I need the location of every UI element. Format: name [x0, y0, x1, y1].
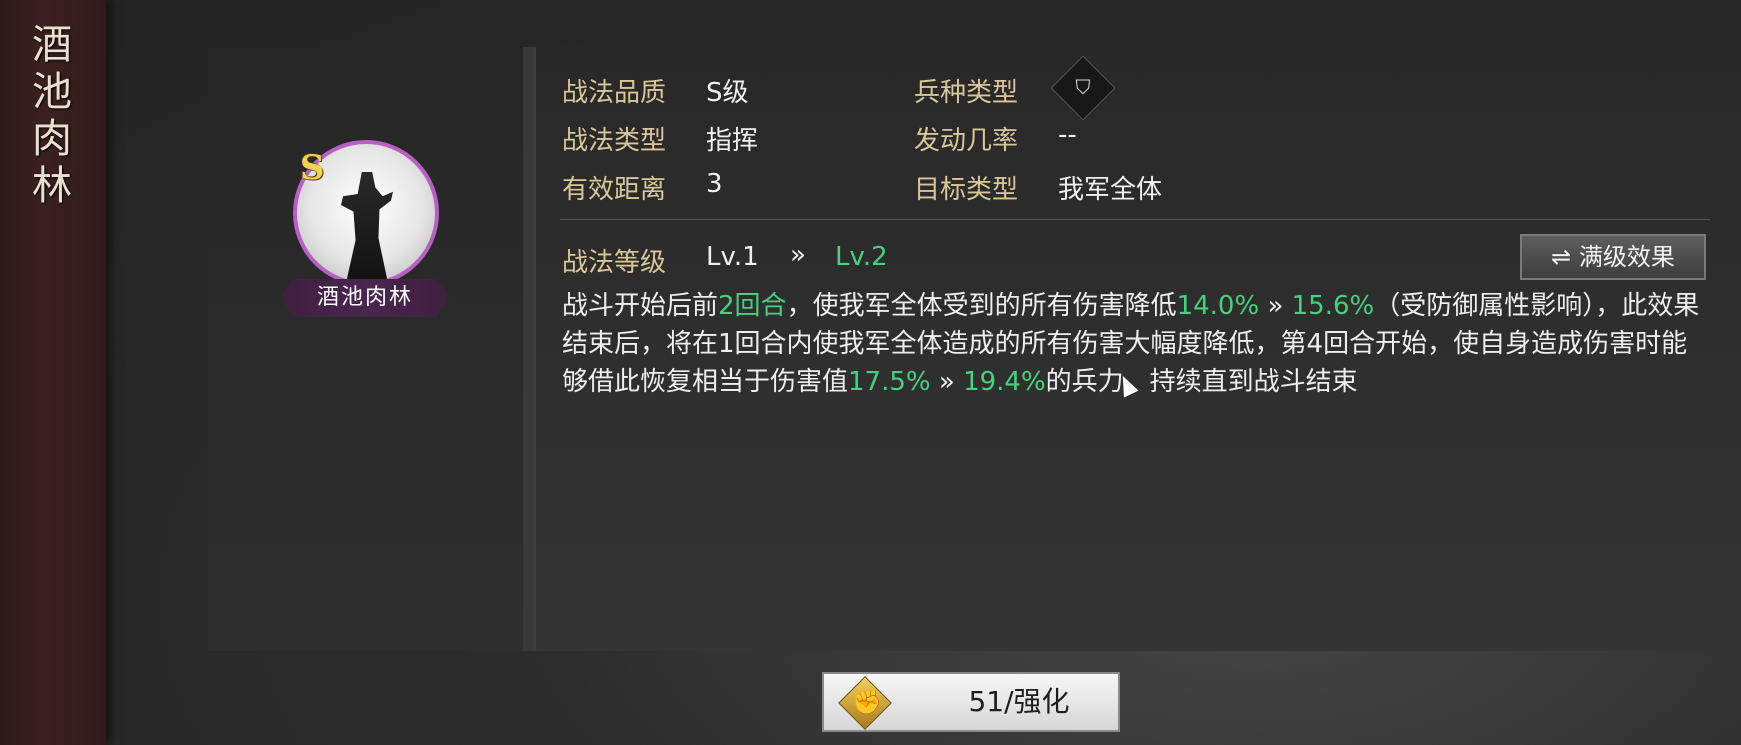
- desc-arrow-icon: »: [1259, 291, 1292, 321]
- skill-type-label: 战法类型: [562, 126, 667, 156]
- skill-portrait-panel: [208, 47, 523, 651]
- skill-level-label: 战法等级: [562, 248, 667, 278]
- target-type-label: 目标类型: [914, 175, 1019, 205]
- desc-value: 2回合: [718, 291, 787, 321]
- banner-char: 酒: [32, 22, 74, 68]
- side-banner: 酒 池 肉 林: [0, 0, 106, 745]
- swap-icon: ⇌: [1551, 243, 1572, 271]
- panel-divider: [523, 47, 533, 651]
- banner-char: 肉: [32, 116, 74, 162]
- section-divider: [560, 219, 1710, 220]
- desc-value: 15.6%: [1291, 291, 1375, 321]
- warrior-silhouette-icon: [341, 172, 393, 282]
- troop-type-label: 兵种类型: [914, 78, 1019, 108]
- desc-text: 的兵力，持续直到战斗结束: [1045, 367, 1358, 397]
- banner-char: 林: [32, 163, 74, 209]
- desc-value: 19.4%: [963, 367, 1046, 397]
- skill-description: 战斗开始后前2回合，使我军全体受到的所有伤害降低14.0% » 15.6%（受防…: [562, 287, 1712, 401]
- desc-value: 17.5%: [848, 367, 931, 397]
- range-value: 3: [706, 169, 723, 199]
- desc-text: 战斗开始后前: [562, 291, 719, 321]
- quality-value: S级: [706, 78, 749, 108]
- desc-value: 14.0%: [1176, 291, 1260, 321]
- banner-char: 池: [32, 69, 74, 115]
- quality-label: 战法品质: [562, 78, 667, 108]
- next-level: Lv.2: [835, 242, 888, 272]
- skill-grade-badge: S: [300, 148, 325, 188]
- trigger-rate-value: --: [1058, 120, 1077, 150]
- skill-name-plate: 酒池肉林: [280, 279, 450, 317]
- desc-text: ，使我军全体受到的所有伤害降低: [786, 291, 1177, 321]
- skill-type-value: 指挥: [706, 126, 759, 156]
- current-level: Lv.1: [706, 242, 759, 272]
- banner-title: 酒 池 肉 林: [28, 22, 78, 210]
- target-type-value: 我军全体: [1058, 175, 1163, 205]
- fist-glyph-icon: ✊: [852, 688, 882, 716]
- max-level-effect-button[interactable]: ⇌ 满级效果: [1520, 234, 1706, 280]
- enhance-button[interactable]: ✊ 51/强化: [822, 672, 1120, 732]
- level-arrow-icon: »: [790, 240, 806, 270]
- desc-arrow-icon: »: [930, 367, 964, 397]
- enhance-label: 51/强化: [968, 685, 1070, 718]
- max-level-effect-label: 满级效果: [1578, 243, 1675, 271]
- range-label: 有效距离: [562, 175, 667, 205]
- trigger-rate-label: 发动几率: [914, 126, 1019, 156]
- troop-glyph-icon: ⛉: [1075, 75, 1091, 99]
